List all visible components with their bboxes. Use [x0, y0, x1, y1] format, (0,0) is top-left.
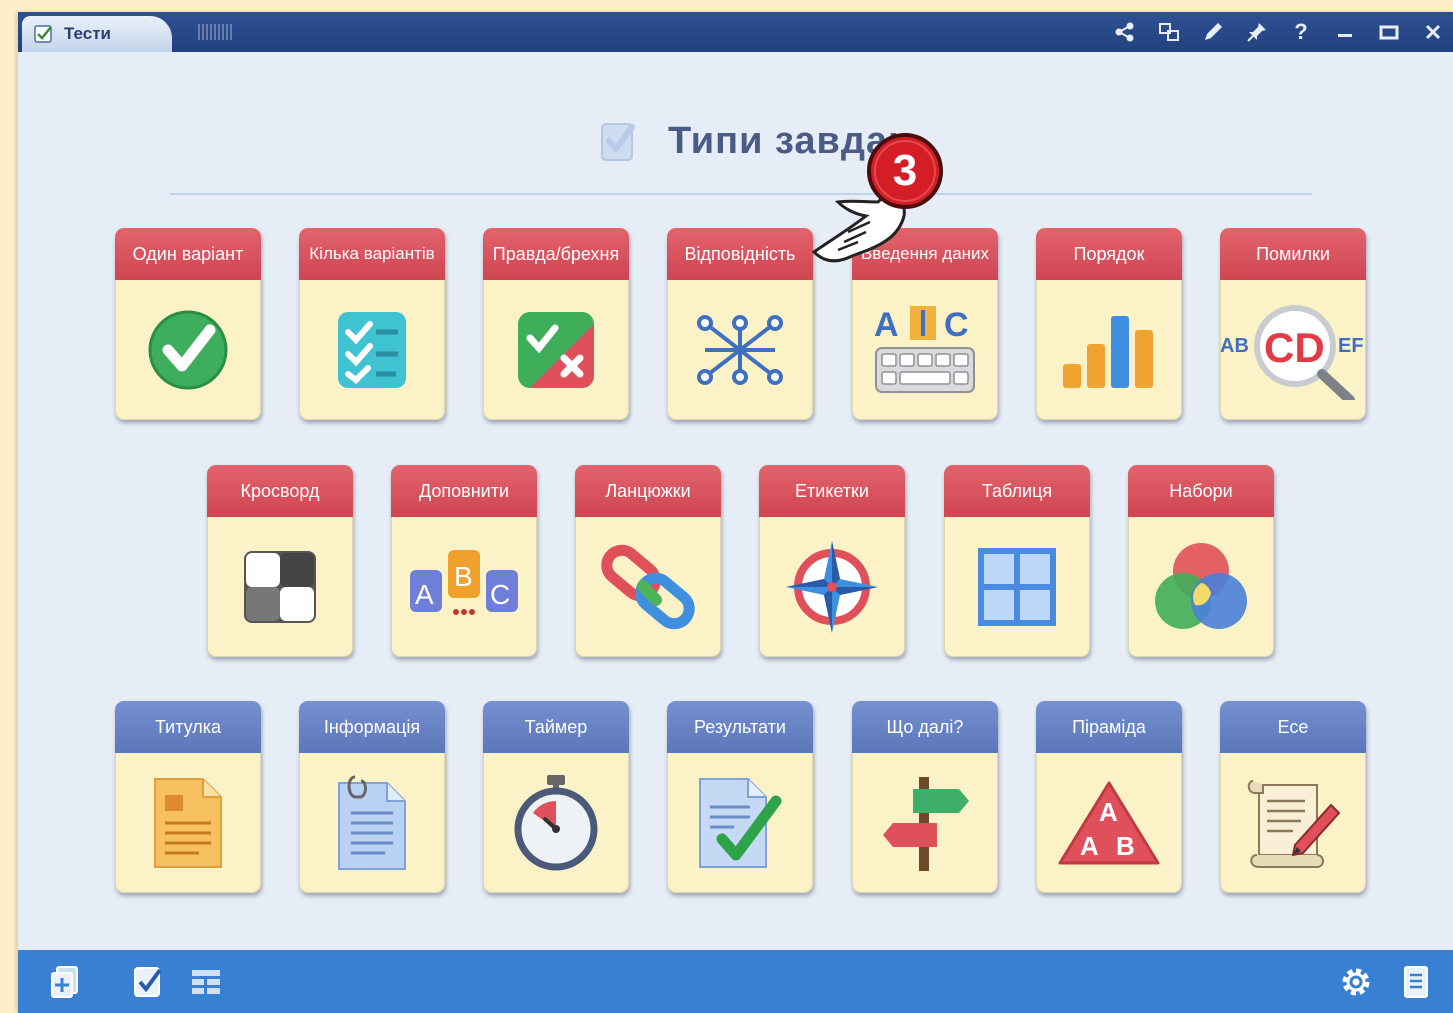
pencil-icon[interactable] [1197, 18, 1229, 46]
task-card-label: Кілька варіантів [299, 228, 445, 280]
app-window: Тести ? Типи завдан Один варіант Кілька … [18, 12, 1453, 1013]
task-card-signpost[interactable]: Що далі? [852, 701, 998, 893]
drag-grip[interactable] [198, 24, 232, 40]
task-card-compass-labels[interactable]: Етикетки [759, 465, 905, 657]
tab-title: Тести [64, 24, 111, 43]
maximize-icon[interactable] [1373, 18, 1405, 46]
heading-divider [170, 193, 1312, 195]
task-card-magnifier-errors[interactable]: Помилки AB EF CD [1220, 228, 1366, 420]
task-card-sets-venn[interactable]: Набори [1128, 465, 1274, 657]
task-card-label: Таймер [483, 701, 629, 753]
task-card-label: Один варіант [115, 228, 261, 280]
bottom-toolbar [18, 950, 1453, 1013]
task-card-table-grid[interactable]: Таблиця [944, 465, 1090, 657]
ordering-bars-icon [1036, 280, 1182, 420]
task-card-label: Порядок [1036, 228, 1182, 280]
true-false-icon [483, 280, 629, 420]
task-card-single-choice-check[interactable]: Один варіант [115, 228, 261, 420]
svg-text:A: A [874, 306, 899, 344]
list-document-icon[interactable] [1396, 962, 1436, 1002]
task-card-information-document[interactable]: Інформація [299, 701, 445, 893]
pyramid-icon: AAB [1036, 753, 1182, 893]
settings-gear-icon[interactable] [1336, 962, 1376, 1002]
task-card-crossword[interactable]: Кросворд [207, 465, 353, 657]
add-page-icon[interactable] [46, 962, 86, 1002]
page-heading: Типи завдан [18, 112, 1453, 172]
svg-text:A: A [1099, 797, 1118, 827]
task-card-fill-blanks-abc[interactable]: Доповнити A B C [391, 465, 537, 657]
task-card-label: Результати [667, 701, 813, 753]
task-card-essay-scroll[interactable]: Есе [1220, 701, 1366, 893]
window-controls: ? [1109, 18, 1449, 46]
svg-text:AB: AB [1220, 335, 1249, 357]
chain-links-icon [575, 517, 721, 657]
title-page-icon [115, 753, 261, 893]
task-card-label: Що далі? [852, 701, 998, 753]
svg-text:A: A [415, 579, 434, 610]
task-card-label: Доповнити [391, 465, 537, 517]
tests-tab-icon [34, 25, 52, 43]
sets-venn-icon [1128, 517, 1274, 657]
task-card-label: Піраміда [1036, 701, 1182, 753]
task-card-label: Помилки [1220, 228, 1366, 280]
tab-tests[interactable]: Тести [22, 16, 172, 52]
task-card-label: Есе [1220, 701, 1366, 753]
essay-scroll-icon [1220, 753, 1366, 893]
single-choice-check-icon [115, 280, 261, 420]
crossword-icon [207, 517, 353, 657]
task-card-label: Правда/брехня [483, 228, 629, 280]
task-types-icon [601, 123, 635, 161]
fill-blanks-abc-icon: ABC [391, 517, 537, 657]
compass-labels-icon [759, 517, 905, 657]
task-card-multiple-choice-checklist[interactable]: Кілька варіантів [299, 228, 445, 420]
task-card-stopwatch[interactable]: Таймер [483, 701, 629, 893]
table-grid-icon [944, 517, 1090, 657]
svg-text:EF: EF [1338, 335, 1364, 357]
task-card-label: Титулка [115, 701, 261, 753]
svg-text:C: C [944, 306, 969, 344]
svg-text:CD: CD [1264, 324, 1325, 371]
matching-nodes-icon [667, 280, 813, 420]
task-card-label: Таблиця [944, 465, 1090, 517]
share-icon[interactable] [1109, 18, 1141, 46]
task-card-label: Ланцюжки [575, 465, 721, 517]
svg-text:B: B [454, 561, 473, 592]
title-bar: Тести ? [18, 12, 1453, 52]
task-card-label: Відповідність [667, 228, 813, 280]
task-card-chain-links[interactable]: Ланцюжки [575, 465, 721, 657]
multiple-choice-checklist-icon [299, 280, 445, 420]
help-icon[interactable]: ? [1285, 18, 1317, 46]
svg-text:A: A [1080, 831, 1099, 861]
test-check-icon[interactable] [128, 962, 168, 1002]
task-card-title-page[interactable]: Титулка [115, 701, 261, 893]
minimize-icon[interactable] [1329, 18, 1361, 46]
signpost-icon [852, 753, 998, 893]
task-card-pyramid[interactable]: Піраміда A A B [1036, 701, 1182, 893]
task-card-label: Етикетки [759, 465, 905, 517]
step-number: 3 [892, 146, 918, 195]
task-card-label: Кросворд [207, 465, 353, 517]
network-icon[interactable] [1153, 18, 1185, 46]
results-document-icon [667, 753, 813, 893]
close-icon[interactable] [1417, 18, 1449, 46]
step-badge: 3 [864, 130, 946, 212]
task-card-label: Інформація [299, 701, 445, 753]
svg-text:B: B [1116, 831, 1135, 861]
task-card-results-document[interactable]: Результати [667, 701, 813, 893]
task-card-ordering-bars[interactable]: Порядок [1036, 228, 1182, 420]
svg-text:C: C [490, 579, 510, 610]
layout-icon[interactable] [186, 962, 226, 1002]
pin-icon[interactable] [1241, 18, 1273, 46]
magnifier-errors-icon: AB EF CD [1220, 280, 1366, 420]
text-input-keyboard-icon: AC [852, 280, 998, 420]
task-card-label: Набори [1128, 465, 1274, 517]
task-card-true-false[interactable]: Правда/брехня [483, 228, 629, 420]
stopwatch-icon [483, 753, 629, 893]
information-document-icon [299, 753, 445, 893]
task-card-matching-nodes[interactable]: Відповідність [667, 228, 813, 420]
